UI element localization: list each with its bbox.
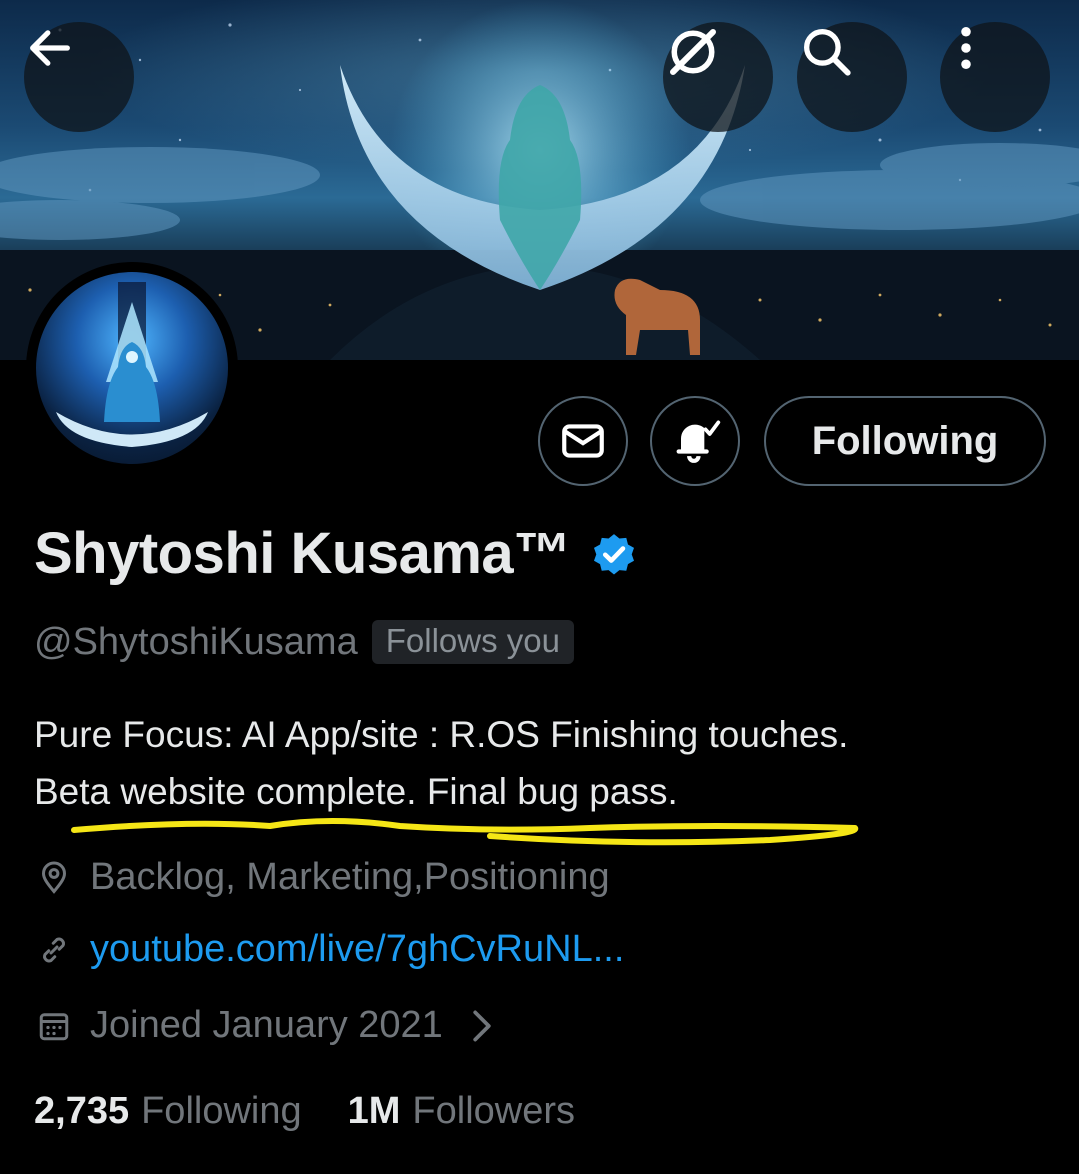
- mail-icon: [562, 424, 604, 458]
- location-row: Backlog, Marketing,Positioning: [34, 856, 610, 899]
- follows-you-badge: Follows you: [371, 620, 574, 664]
- location-pin-icon: [34, 858, 74, 898]
- grok-icon: [670, 29, 716, 75]
- back-button[interactable]: [24, 22, 134, 132]
- display-name: Shytoshi Kusama™: [34, 521, 571, 586]
- link-icon: [34, 930, 74, 970]
- avatar-image: [36, 272, 228, 464]
- following-count: 2,735: [34, 1090, 130, 1132]
- search-button[interactable]: [797, 22, 907, 132]
- verified-badge-icon[interactable]: [589, 531, 639, 581]
- chevron-right-icon: [473, 1010, 491, 1041]
- joined-text: Joined January 2021: [90, 1004, 443, 1046]
- yellow-underline-annotation: [71, 818, 859, 846]
- joined-row[interactable]: Joined January 2021: [34, 1004, 493, 1047]
- following-stat[interactable]: 2,735 Following: [34, 1090, 302, 1133]
- bio: Pure Focus: AI App/site : R.OS Finishing…: [34, 706, 1044, 820]
- bio-line: Pure Focus: AI App/site : R.OS Finishing…: [34, 714, 849, 755]
- followers-count: 1M: [347, 1090, 401, 1132]
- url-row: youtube.com/live/7ghCvRuNL...: [34, 928, 624, 971]
- followers-label: Followers: [412, 1090, 576, 1132]
- location-text: Backlog, Marketing,Positioning: [90, 856, 610, 898]
- message-button[interactable]: [538, 396, 628, 486]
- arrow-left-icon: [30, 30, 70, 66]
- profile-avatar[interactable]: [26, 262, 238, 474]
- followers-stat[interactable]: 1M Followers: [348, 1090, 575, 1133]
- following-button[interactable]: Following: [764, 396, 1046, 486]
- profile-url-link[interactable]: youtube.com/live/7ghCvRuNL...: [90, 928, 624, 971]
- more-button[interactable]: [940, 22, 1050, 132]
- profile-page: Following Shytoshi Kusama™ @ShytoshiKusa…: [0, 0, 1079, 1174]
- handle: @ShytoshiKusama: [34, 620, 358, 663]
- notifications-button[interactable]: [650, 396, 740, 486]
- bell-check-icon: [676, 420, 721, 463]
- calendar-icon: [34, 1006, 74, 1046]
- grok-button[interactable]: [663, 22, 773, 132]
- follow-stats: 2,735 Following 1M Followers: [34, 1090, 575, 1133]
- search-icon: [804, 29, 851, 76]
- display-name-row: Shytoshi Kusama™: [34, 520, 639, 587]
- handle-row: @ShytoshiKusama Follows you: [34, 620, 574, 664]
- following-label: Following: [141, 1090, 302, 1132]
- more-vertical-icon: [961, 26, 971, 70]
